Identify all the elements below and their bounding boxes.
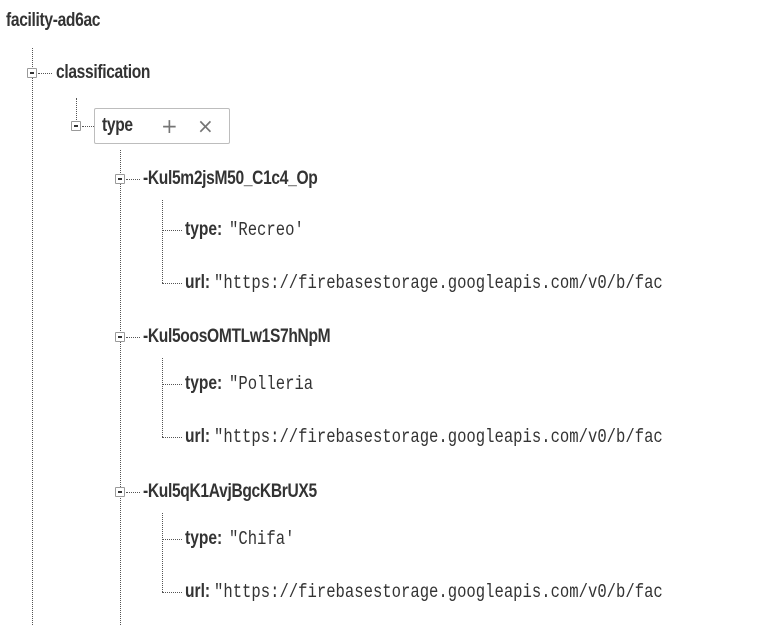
field-key: type:: [185, 219, 223, 240]
tree-line: [162, 283, 182, 284]
field-key: url:: [185, 581, 211, 602]
tree-line: [162, 437, 182, 438]
minus-icon: [74, 125, 78, 127]
field-value: "https://firebasestorage.googleapis.com/…: [213, 426, 663, 448]
field-value: "Recreo': [228, 219, 304, 241]
minus-icon: [118, 491, 122, 493]
tree-line: [162, 384, 182, 385]
type-node-key[interactable]: type: [102, 115, 133, 137]
field-key: type:: [185, 528, 223, 549]
field-value: "https://firebasestorage.googleapis.com/…: [213, 272, 663, 294]
field-row[interactable]: url: "https://firebasestorage.googleapis…: [185, 272, 761, 294]
minus-icon: [118, 336, 122, 338]
tree-line: [162, 358, 163, 437]
field-value: "https://firebasestorage.googleapis.com/…: [213, 581, 663, 603]
field-key: url:: [185, 426, 211, 447]
field-row[interactable]: type: "Chifa': [185, 528, 309, 550]
field-value: "Chifa': [228, 528, 295, 550]
collapse-toggle-icon[interactable]: [27, 68, 37, 78]
tree-line: [38, 73, 52, 74]
field-row[interactable]: url: "https://firebasestorage.googleapis…: [185, 581, 761, 603]
plus-icon[interactable]: +: [161, 115, 178, 137]
collapse-toggle-icon[interactable]: [115, 487, 125, 497]
tree-line: [126, 492, 140, 493]
tree-line: [162, 230, 182, 231]
tree-line: [162, 539, 182, 540]
collapse-toggle-icon[interactable]: [115, 174, 125, 184]
field-row[interactable]: url: "https://firebasestorage.googleapis…: [185, 426, 761, 448]
classification-node-key[interactable]: classification: [56, 62, 150, 84]
child-node-key[interactable]: -Kul5m2jsM50_C1c4_Op: [143, 168, 318, 190]
minus-icon: [30, 72, 34, 74]
field-row[interactable]: type: "Recreo': [185, 219, 320, 241]
database-tree: facility-ad6ac classification type + × -…: [0, 0, 765, 625]
tree-line: [76, 98, 77, 122]
collapse-toggle-icon[interactable]: [71, 121, 81, 131]
tree-line: [162, 592, 182, 593]
tree-line: [82, 126, 94, 127]
field-row[interactable]: type: "Polleria: [185, 373, 331, 395]
child-node-key[interactable]: -Kul5oosOMTLw1S7hNpM: [143, 326, 331, 348]
field-key: url:: [185, 272, 211, 293]
selected-node-box[interactable]: type + ×: [94, 108, 230, 144]
tree-line: [126, 337, 140, 338]
tree-line: [162, 513, 163, 592]
minus-icon: [118, 178, 122, 180]
close-icon[interactable]: ×: [197, 115, 214, 137]
tree-line: [162, 200, 163, 283]
field-key: type:: [185, 373, 223, 394]
root-node-key[interactable]: facility-ad6ac: [6, 10, 100, 32]
tree-line: [126, 179, 140, 180]
field-value: "Polleria: [228, 373, 313, 395]
collapse-toggle-icon[interactable]: [115, 332, 125, 342]
tree-line: [32, 48, 33, 625]
tree-line: [120, 150, 121, 625]
child-node-key[interactable]: -Kul5qK1AvjBgcKBrUX5: [143, 481, 317, 503]
